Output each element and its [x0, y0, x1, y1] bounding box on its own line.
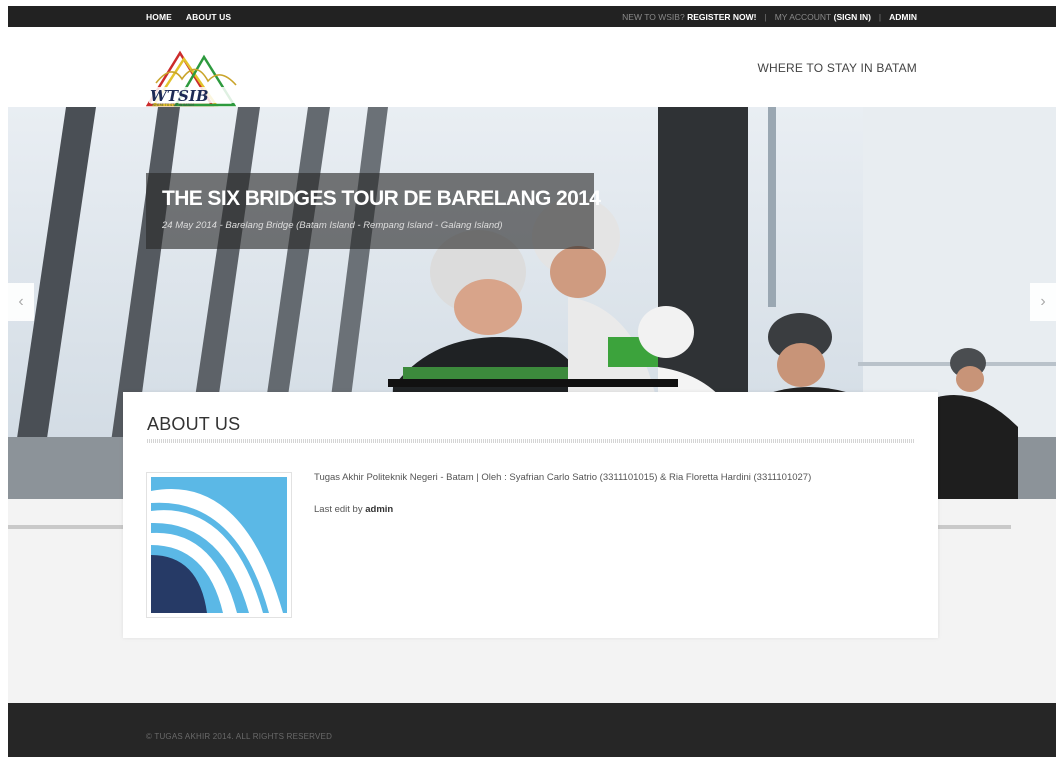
last-edit-line: Last edit by admin [314, 504, 393, 515]
polibatam-logo-image [146, 472, 292, 618]
slider-next-button[interactable]: › [1030, 283, 1056, 321]
site-logo[interactable]: WTSIB WHERE TO STAY IN BATAM [145, 49, 242, 107]
nav-home-link[interactable]: HOME [146, 12, 172, 22]
content-card: ABOUT US Tugas Akhir Politeknik Negeri -… [123, 392, 938, 638]
chevron-left-icon: ‹ [18, 293, 24, 310]
slider-prev-button[interactable]: ‹ [8, 283, 34, 321]
polibatam-logo-icon [151, 477, 287, 613]
top-bar: HOME ABOUT US NEW TO WSIB? REGISTER NOW!… [8, 6, 1056, 27]
nav-about-link[interactable]: ABOUT US [186, 12, 231, 22]
main-nav: HOME ABOUT US [146, 6, 231, 27]
chevron-right-icon: › [1040, 293, 1046, 310]
page-title: ABOUT US [147, 414, 241, 434]
edit-prefix: Last edit by [314, 504, 363, 515]
site-header: WTSIB WHERE TO STAY IN BATAM WHERE TO ST… [8, 27, 1056, 107]
about-description: Tugas Akhir Politeknik Negeri - Batam | … [314, 472, 812, 483]
register-link[interactable]: REGISTER NOW! [687, 12, 756, 22]
separator: | [764, 11, 767, 22]
slide-subtitle: 24 May 2014 - Barelang Bridge (Batam Isl… [162, 220, 503, 231]
title-rule [147, 439, 915, 443]
bridge-logo-icon: WTSIB WHERE TO STAY IN BATAM [145, 50, 237, 107]
admin-link[interactable]: ADMIN [889, 12, 917, 22]
slide-title: THE SIX BRIDGES TOUR DE BARELANG 2014 [162, 187, 601, 210]
editor-name: admin [365, 504, 394, 515]
separator: | [878, 11, 882, 22]
new-user-prefix: NEW TO WSIB? [622, 11, 685, 22]
slide-caption: THE SIX BRIDGES TOUR DE BARELANG 2014 24… [146, 173, 601, 249]
site-tagline: WHERE TO STAY IN BATAM [757, 61, 917, 75]
signin-link[interactable]: (SIGN IN) [834, 12, 871, 22]
site-footer: © TUGAS AKHIR 2014. ALL RIGHTS RESERVED [8, 703, 1056, 757]
account-prefix: MY ACCOUNT [774, 11, 832, 22]
browser-viewport: HOME ABOUT US NEW TO WSIB? REGISTER NOW!… [8, 6, 1056, 757]
copyright-text: © TUGAS AKHIR 2014. ALL RIGHTS RESERVED [146, 732, 333, 741]
account-links: NEW TO WSIB? REGISTER NOW! | MY ACCOUNT … [622, 6, 917, 27]
